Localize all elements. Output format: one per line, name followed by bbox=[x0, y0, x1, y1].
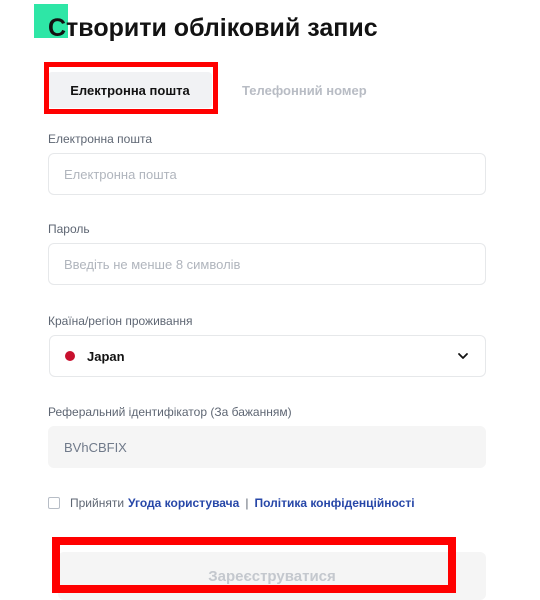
referral-id-field[interactable]: BVhCBFIX bbox=[48, 426, 486, 468]
page-title: Створити обліковий запис bbox=[48, 14, 378, 42]
highlight-box-register-button bbox=[52, 537, 456, 593]
chevron-down-icon bbox=[458, 353, 468, 359]
country-field-label: Країна/регіон проживання bbox=[48, 314, 193, 328]
privacy-policy-link[interactable]: Політика конфіденційності bbox=[254, 496, 414, 510]
tab-phone[interactable]: Телефонний номер bbox=[222, 72, 387, 108]
referral-field-label: Реферальний ідентифікатор (За бажанням) bbox=[48, 405, 292, 419]
country-value: Japan bbox=[87, 348, 125, 364]
password-placeholder: Введіть не менше 8 символів bbox=[64, 256, 241, 272]
japan-flag-icon bbox=[65, 351, 75, 361]
password-field[interactable]: Введіть не менше 8 символів bbox=[48, 243, 486, 285]
links-separator: | bbox=[245, 496, 249, 510]
password-field-label: Пароль bbox=[48, 222, 90, 236]
user-agreement-link[interactable]: Угода користувача bbox=[128, 496, 239, 510]
terms-agreement: Прийняти Угода користувача | Політика ко… bbox=[48, 496, 415, 510]
country-select[interactable]: Japan bbox=[49, 335, 486, 377]
email-field-label: Електронна пошта bbox=[48, 132, 153, 146]
email-placeholder: Електронна пошта bbox=[64, 166, 177, 182]
email-field[interactable]: Електронна пошта bbox=[48, 153, 486, 195]
referral-id-value: BVhCBFIX bbox=[64, 439, 127, 455]
terms-checkbox[interactable] bbox=[48, 497, 60, 509]
highlight-box-email-tab bbox=[44, 62, 218, 114]
agree-text: Прийняти bbox=[70, 496, 125, 510]
